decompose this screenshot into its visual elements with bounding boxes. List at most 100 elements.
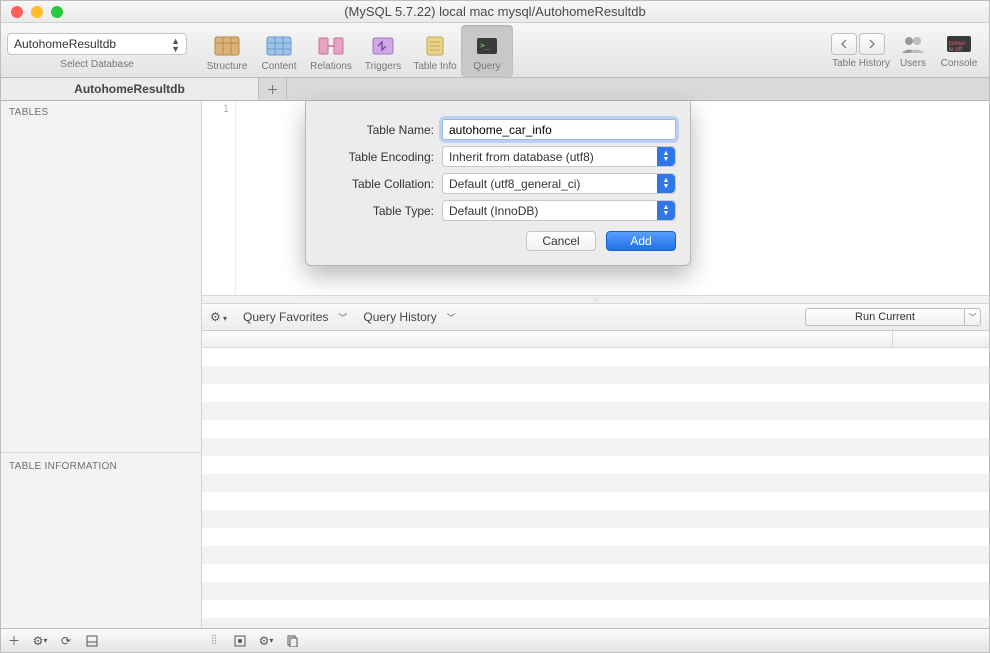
- query-toolbar: ⚙︎ ▾ Query Favorites ﹀ Query History﹀ Run…: [202, 304, 989, 331]
- line-number: 1: [223, 103, 229, 115]
- database-popup-value: AutohomeResultdb: [14, 37, 116, 51]
- database-popup-label: Select Database: [60, 59, 133, 70]
- label-table-encoding: Table Encoding:: [320, 150, 442, 164]
- structure-icon: [213, 34, 241, 58]
- history-back-button[interactable]: [831, 33, 857, 55]
- table-encoding-select[interactable]: Inherit from database (utf8) ▲▼: [442, 146, 676, 167]
- refresh-icon: ⟳: [61, 634, 71, 648]
- structure-label: Structure: [207, 61, 248, 72]
- body: TABLES TABLE INFORMATION 1 ○ ⚙︎ ▾ Query …: [1, 101, 989, 628]
- results-header[interactable]: [202, 331, 989, 348]
- table-encoding-value: Inherit from database (utf8): [449, 150, 594, 164]
- pane-toggle-button[interactable]: ⦙⦙: [207, 634, 221, 648]
- table-action-button[interactable]: ⚙︎▾: [33, 634, 47, 648]
- window-title: (MySQL 5.7.22) local mac mysql/AutohomeR…: [1, 4, 989, 19]
- query-favorites-menu[interactable]: Query Favorites ﹀: [243, 310, 347, 324]
- users-icon: [899, 33, 927, 55]
- query-history-menu[interactable]: Query History﹀: [363, 310, 455, 324]
- result-action-button[interactable]: ⚙︎▾: [259, 634, 273, 648]
- view-mode-button[interactable]: [233, 634, 247, 648]
- sidebar-tables-list[interactable]: [1, 124, 201, 452]
- query-icon: >_: [473, 34, 501, 58]
- select-caret-icon: ▲▼: [657, 147, 675, 166]
- add-button[interactable]: Add: [606, 231, 676, 251]
- relations-button[interactable]: Relations: [305, 25, 357, 77]
- query-favorites-label: Query Favorites: [243, 310, 328, 324]
- users-button[interactable]: Users: [891, 25, 935, 77]
- add-label: Add: [630, 234, 651, 248]
- results-rows: [202, 348, 989, 628]
- refresh-button[interactable]: ⟳: [59, 634, 73, 648]
- svg-text:>_: >_: [480, 41, 490, 50]
- copy-result-button[interactable]: [285, 634, 299, 648]
- sidebar: TABLES TABLE INFORMATION: [1, 101, 202, 628]
- plus-icon: ＋: [266, 81, 278, 98]
- triggers-label: Triggers: [365, 61, 401, 72]
- run-current-label: Run Current: [855, 311, 915, 323]
- content-icon: [265, 34, 293, 58]
- users-label: Users: [900, 58, 926, 69]
- query-gear-button[interactable]: ⚙︎ ▾: [210, 310, 227, 324]
- add-table-button[interactable]: ＋: [7, 634, 21, 648]
- console-button[interactable]: console off Console: [935, 25, 983, 77]
- select-caret-icon: ▲▼: [657, 201, 675, 220]
- chevron-down-icon: ﹀: [338, 311, 347, 324]
- table-collation-select[interactable]: Default (utf8_general_ci) ▲▼: [442, 173, 676, 194]
- tableinfo-icon: [421, 34, 449, 58]
- run-options-button[interactable]: ﹀: [965, 308, 981, 326]
- select-caret-icon: ▲▼: [657, 174, 675, 193]
- maximize-icon[interactable]: [51, 6, 63, 18]
- triggers-button[interactable]: Triggers: [357, 25, 409, 77]
- cancel-button[interactable]: Cancel: [526, 231, 596, 251]
- tableinfo-button[interactable]: Table Info: [409, 25, 461, 77]
- gear-icon: ⚙︎: [33, 634, 44, 648]
- svg-text:le off: le off: [949, 47, 962, 53]
- table-name-input[interactable]: [442, 119, 676, 140]
- main: 1 ○ ⚙︎ ▾ Query Favorites ﹀ Query History﹀…: [202, 101, 989, 628]
- gear-icon: ⚙︎: [210, 310, 221, 324]
- table-type-select[interactable]: Default (InnoDB) ▲▼: [442, 200, 676, 221]
- tab-active[interactable]: AutohomeResultdb: [1, 78, 259, 100]
- close-icon[interactable]: [11, 6, 23, 18]
- results-area: [202, 331, 989, 628]
- sidebar-info-header: TABLE INFORMATION: [1, 452, 201, 478]
- sidebar-info-area: [1, 478, 201, 628]
- table-history-group: Table History: [831, 25, 891, 77]
- query-button[interactable]: >_ Query: [461, 25, 513, 77]
- statusbar: ＋ ⚙︎▾ ⟳ ⦙⦙ ⚙︎▾: [1, 628, 989, 652]
- table-collation-value: Default (utf8_general_ci): [449, 177, 580, 191]
- tab-label: AutohomeResultdb: [74, 82, 185, 96]
- chevron-down-icon: ﹀: [969, 312, 977, 323]
- editor-gutter: 1: [202, 101, 236, 295]
- table-type-value: Default (InnoDB): [449, 204, 538, 218]
- content-label: Content: [261, 61, 296, 72]
- new-table-sheet: Table Name: Table Encoding: Inherit from…: [305, 101, 691, 266]
- console-label: Console: [941, 58, 978, 69]
- sidebar-tables-header: TABLES: [1, 101, 201, 124]
- popup-caret-icon: ▲▼: [171, 37, 180, 53]
- db-selector-group: AutohomeResultdb ▲▼ Select Database: [7, 25, 187, 77]
- app-window: (MySQL 5.7.22) local mac mysql/AutohomeR…: [0, 0, 990, 653]
- relations-icon: [317, 34, 345, 58]
- minimize-icon[interactable]: [31, 6, 43, 18]
- tableinfo-label: Table Info: [413, 61, 456, 72]
- tab-add-button[interactable]: ＋: [259, 78, 287, 100]
- splitter-handle[interactable]: ○: [202, 296, 989, 304]
- structure-button[interactable]: Structure: [201, 25, 253, 77]
- table-history-label: Table History: [832, 58, 890, 69]
- toolbar: AutohomeResultdb ▲▼ Select Database Stru…: [1, 23, 989, 78]
- history-forward-button[interactable]: [859, 33, 885, 55]
- run-current-button[interactable]: Run Current: [805, 308, 965, 326]
- cancel-label: Cancel: [542, 234, 579, 248]
- console-icon: console off: [945, 33, 973, 55]
- toggle-info-button[interactable]: [85, 634, 99, 648]
- content-button[interactable]: Content: [253, 25, 305, 77]
- relations-label: Relations: [310, 61, 352, 72]
- titlebar: (MySQL 5.7.22) local mac mysql/AutohomeR…: [1, 1, 989, 23]
- database-popup[interactable]: AutohomeResultdb ▲▼: [7, 33, 187, 55]
- gear-icon: ⚙︎: [259, 634, 270, 648]
- chevron-down-icon: ﹀: [447, 311, 456, 324]
- triggers-icon: [369, 34, 397, 58]
- label-table-name: Table Name:: [320, 123, 442, 137]
- tabstrip: AutohomeResultdb ＋: [1, 78, 989, 101]
